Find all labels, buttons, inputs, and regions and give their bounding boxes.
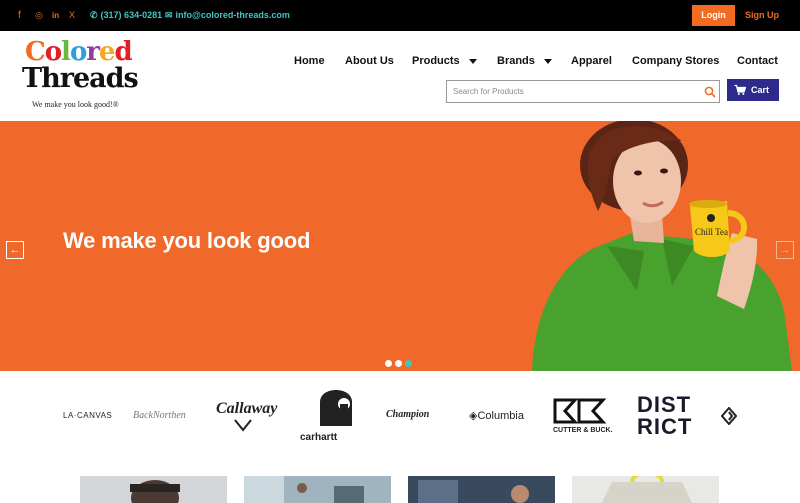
mug-label: Chill Tea: [695, 227, 728, 237]
nav-products-label: Products: [412, 55, 460, 67]
product-card-image: [572, 476, 719, 503]
nav-brands-label: Brands: [497, 55, 535, 67]
slider-prev-arrow[interactable]: ←: [6, 241, 24, 259]
callaway-chevron-icon: [234, 419, 252, 432]
hero-title: We make you look good: [63, 228, 311, 253]
brand-logo-district[interactable]: DISTRICT: [637, 394, 695, 440]
slider-dots: [385, 354, 415, 371]
top-bar: f ◎ in X ✆ (317) 634-0281 ✉ info@colored-t…: [0, 0, 800, 31]
brand-logo-carhartt[interactable]: carhartt: [300, 432, 337, 443]
brand-logo-partial-icon[interactable]: [721, 407, 737, 425]
product-card-image: [80, 476, 227, 503]
slider-dot-2[interactable]: [395, 360, 402, 367]
nav-home[interactable]: Home: [294, 55, 325, 68]
email-address: info@colored-threads.com: [175, 10, 290, 20]
chevron-down-icon: [543, 58, 552, 64]
phone-link[interactable]: ✆ (317) 634-0281: [90, 10, 162, 21]
product-card-3[interactable]: [408, 476, 555, 503]
slider-dot-3[interactable]: [405, 360, 412, 367]
search-icon[interactable]: [704, 86, 716, 98]
brand-logo-columbia[interactable]: ◈Columbia: [469, 409, 524, 422]
slider-dot-1[interactable]: [385, 360, 392, 367]
nav-apparel[interactable]: Apparel: [571, 55, 612, 68]
nav-contact[interactable]: Contact: [737, 55, 778, 68]
nav-company-stores[interactable]: Company Stores: [632, 55, 719, 68]
arrow-left-icon: ←: [9, 244, 21, 256]
product-card-image: [408, 476, 555, 503]
linkedin-icon[interactable]: in: [52, 10, 59, 21]
nav-products[interactable]: Products: [412, 55, 477, 68]
hero-slider: We make you look good ← → Chill Tea: [0, 121, 800, 371]
site-logo[interactable]: Colored Threads We make you look good!®: [22, 38, 139, 114]
logo-colored-text: Colored: [25, 38, 133, 66]
nav-brands[interactable]: Brands: [497, 55, 552, 68]
cutter-buck-mark-icon: [553, 398, 607, 424]
search-input[interactable]: [453, 84, 693, 99]
brand-logo-callaway[interactable]: Callaway: [216, 400, 277, 418]
brand-logo-la-canvas[interactable]: LA·CANVAS: [63, 411, 112, 420]
callaway-text: Callaway: [216, 400, 278, 417]
search-bar: [446, 80, 720, 103]
brand-logo-backnorthen[interactable]: BackNorthen: [133, 410, 186, 421]
facebook-icon[interactable]: f: [18, 10, 21, 21]
login-button[interactable]: Login: [692, 5, 735, 26]
cart-label: Cart: [751, 85, 770, 95]
carhartt-c-icon: [320, 390, 352, 426]
logo-threads-text: Threads: [22, 63, 139, 94]
phone-number: (317) 634-0281: [100, 10, 163, 20]
nav-about-us[interactable]: About Us: [345, 55, 394, 68]
signup-link[interactable]: Sign Up: [745, 5, 779, 26]
instagram-icon[interactable]: ◎: [35, 10, 43, 21]
product-card-1[interactable]: [80, 476, 227, 503]
brand-logo-champion[interactable]: Champion: [386, 409, 429, 420]
product-card-image: [244, 476, 391, 503]
x-icon[interactable]: X: [69, 10, 75, 21]
cart-icon: [734, 84, 746, 95]
chevron-down-icon: [468, 58, 477, 64]
cart-button[interactable]: Cart: [727, 79, 779, 101]
envelope-icon: ✉: [165, 10, 173, 20]
logo-tagline: We make you look good!®: [32, 100, 119, 109]
hero-woman-image: Chill Tea: [532, 121, 792, 371]
product-card-2[interactable]: [244, 476, 391, 503]
phone-icon: ✆: [90, 10, 98, 20]
brand-logo-cutter-buck[interactable]: CUTTER & BUCK.: [553, 427, 613, 434]
product-card-4[interactable]: [572, 476, 719, 503]
email-link[interactable]: ✉ info@colored-threads.com: [165, 10, 290, 21]
columbia-text: Columbia: [477, 410, 524, 422]
